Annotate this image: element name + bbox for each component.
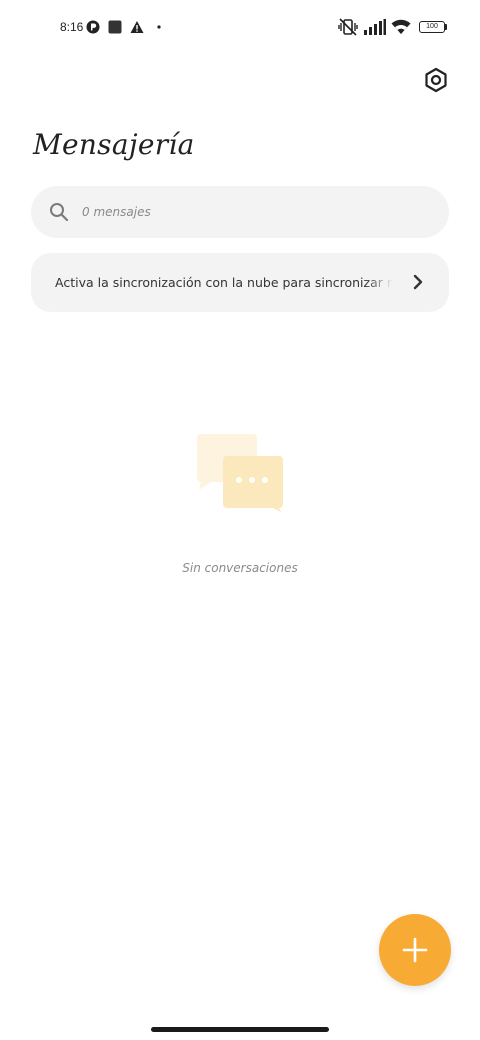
settings-button[interactable] bbox=[420, 64, 452, 96]
wifi-icon bbox=[391, 19, 411, 34]
battery-tip bbox=[445, 24, 447, 30]
app-badge-icon bbox=[86, 20, 100, 34]
cloud-sync-text: Activa la sincronización con la nube par… bbox=[55, 275, 393, 290]
cloud-sync-banner[interactable]: Activa la sincronización con la nube par… bbox=[31, 253, 449, 312]
settings-hex-icon bbox=[425, 67, 447, 93]
empty-state-text: Sin conversaciones bbox=[182, 561, 298, 575]
vibrate-off-icon bbox=[338, 18, 358, 36]
battery-icon: 100 bbox=[419, 21, 445, 33]
plus-icon bbox=[402, 937, 428, 963]
signal-icon bbox=[364, 19, 386, 35]
new-conversation-button[interactable] bbox=[379, 914, 451, 986]
app-square-icon bbox=[108, 20, 122, 34]
warning-icon bbox=[130, 21, 144, 33]
battery-level: 100 bbox=[426, 23, 438, 30]
chat-bubbles-icon bbox=[197, 434, 283, 512]
page-title: Mensajería bbox=[33, 128, 195, 161]
status-bar: 8:16 100 bbox=[0, 0, 480, 56]
home-indicator[interactable] bbox=[151, 1027, 329, 1032]
status-time: 8:16 bbox=[60, 20, 84, 34]
chevron-right-icon bbox=[413, 274, 423, 290]
search-placeholder: 0 mensajes bbox=[82, 205, 151, 219]
search-icon bbox=[50, 203, 69, 222]
dot-icon bbox=[157, 25, 161, 29]
search-bar[interactable]: 0 mensajes bbox=[31, 186, 449, 238]
